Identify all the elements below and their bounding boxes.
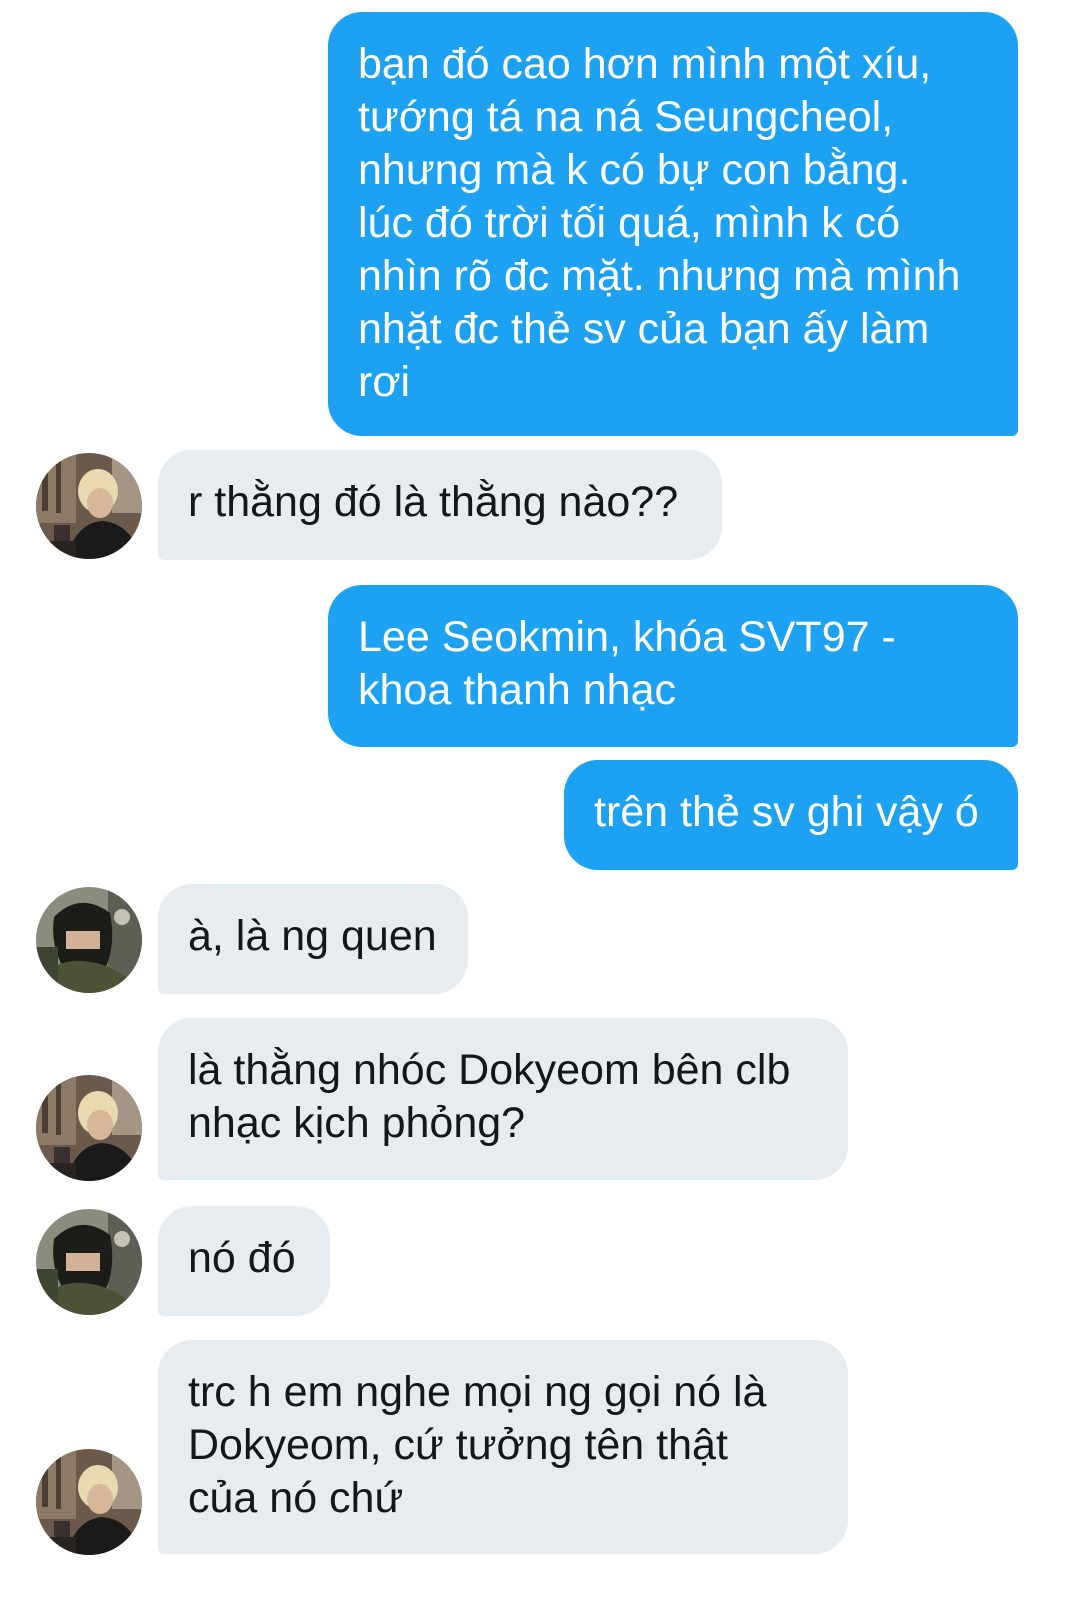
avatar[interactable] bbox=[36, 1209, 142, 1315]
received-message-bubble[interactable]: là thằng nhóc Dokyeom bên clb nhạc kịch … bbox=[158, 1018, 848, 1180]
sent-message-bubble[interactable]: Lee Seokmin, khóa SVT97 - khoa thanh nhạ… bbox=[328, 585, 1018, 747]
sent-message-bubble[interactable]: trên thẻ sv ghi vậy ó bbox=[564, 760, 1018, 870]
dark-hair-user-avatar bbox=[36, 887, 142, 993]
message-thread[interactable]: bạn đó cao hơn mình một xíu, tướng tá na… bbox=[0, 0, 1080, 1607]
dark-hair-user-avatar bbox=[36, 1209, 142, 1315]
received-message-bubble[interactable]: r thằng đó là thằng nào?? bbox=[158, 450, 722, 560]
received-message-bubble[interactable]: trc h em nghe mọi ng gọi nó là Dokyeom, … bbox=[158, 1340, 848, 1554]
avatar[interactable] bbox=[36, 453, 142, 559]
blonde-user-avatar bbox=[36, 1449, 142, 1555]
received-message-bubble[interactable]: à, là ng quen bbox=[158, 884, 468, 994]
avatar[interactable] bbox=[36, 1449, 142, 1555]
blonde-user-avatar bbox=[36, 453, 142, 559]
blonde-user-avatar bbox=[36, 1075, 142, 1181]
avatar[interactable] bbox=[36, 1075, 142, 1181]
avatar[interactable] bbox=[36, 887, 142, 993]
sent-message-bubble[interactable]: bạn đó cao hơn mình một xíu, tướng tá na… bbox=[328, 12, 1018, 436]
received-message-bubble[interactable]: nó đó bbox=[158, 1206, 330, 1316]
